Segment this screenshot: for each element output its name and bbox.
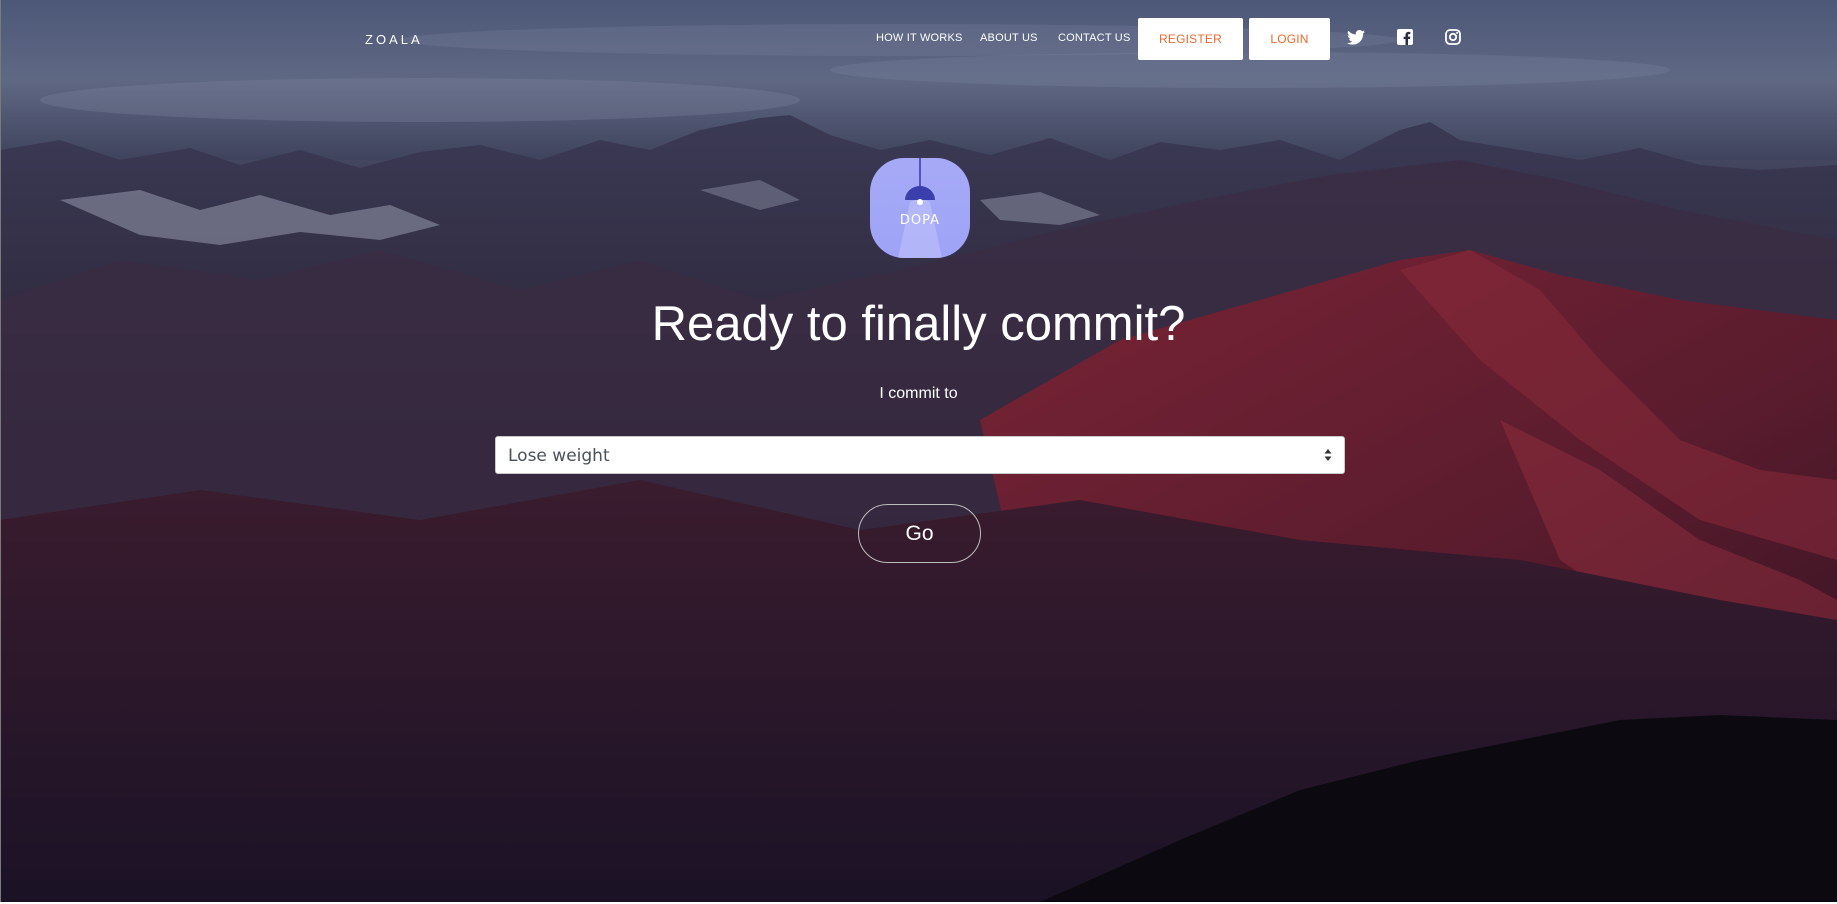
select-value: Lose weight	[508, 446, 610, 466]
page-title: Ready to finally commit?	[651, 297, 1186, 351]
go-button[interactable]: Go	[858, 504, 981, 563]
left-edge	[0, 0, 1, 902]
nav-contact-us[interactable]: CONTACT US	[1058, 32, 1131, 44]
commitment-select[interactable]: Lose weight	[495, 436, 1345, 474]
nav-how-it-works[interactable]: HOW IT WORKS	[876, 32, 963, 44]
brand-logo-text[interactable]: ZOALA	[365, 32, 423, 47]
select-arrows-icon	[1324, 449, 1332, 461]
nav-about-us[interactable]: ABOUT US	[980, 32, 1038, 44]
twitter-icon[interactable]	[1347, 28, 1365, 46]
lamp-icon	[898, 158, 942, 258]
instagram-icon[interactable]	[1444, 28, 1462, 46]
facebook-icon[interactable]	[1396, 28, 1414, 46]
dopa-logo: DOPA	[870, 158, 970, 258]
register-button[interactable]: REGISTER	[1138, 18, 1243, 60]
login-button[interactable]: LOGIN	[1249, 18, 1330, 60]
logo-text: DOPA	[899, 213, 941, 228]
commit-label: I commit to	[879, 385, 958, 402]
